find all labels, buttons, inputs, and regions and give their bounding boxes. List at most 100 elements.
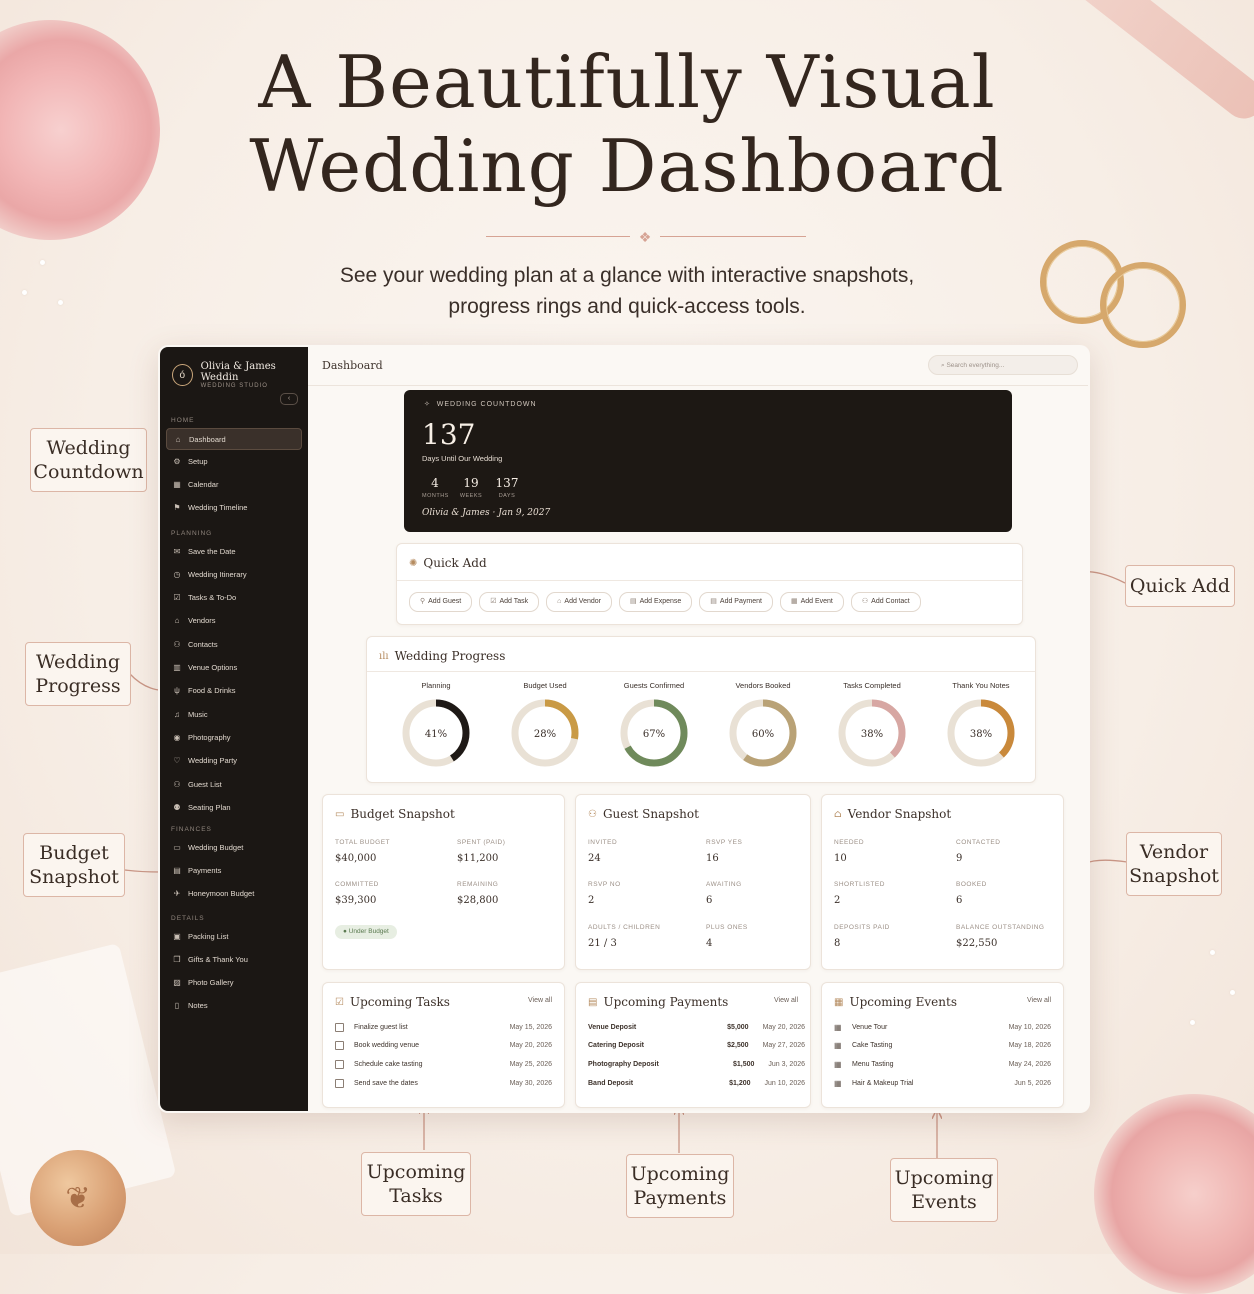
sidebar-item-venue-options[interactable]: ▥ Venue Options [166,658,300,678]
tasks-view-all-link[interactable]: View all [528,997,552,1004]
task-checkbox[interactable] [335,1022,344,1032]
checkbox-icon: ☑ [173,593,181,603]
progress-ring-tasks-completed: Tasks Completed 38% [832,681,912,775]
brand-subtitle: WEDDING STUDIO [200,383,268,389]
payment-amount: $2,500 [727,1042,749,1050]
sidebar-item-photo-gallery[interactable]: ▨ Photo Gallery [166,973,300,993]
calendar-icon: ▦ [173,480,181,490]
music-icon: ♫ [174,709,180,719]
card-icon: ▤ [710,598,717,605]
task-date: May 25, 2026 [509,1060,552,1068]
sidebar-item-wedding-itinerary[interactable]: ◷ Wedding Itinerary [166,564,300,584]
task-label: Finalize guest list [354,1023,408,1031]
event-row[interactable]: ▦ Hair & Makeup Trial Jun 5, 2026 [834,1077,1051,1089]
countdown-label: ✧ WEDDING COUNTDOWN [424,401,537,408]
payment-label: Photography Deposit [588,1060,659,1068]
task-checkbox[interactable] [335,1041,344,1051]
callout-upcoming-events: Upcoming Events [890,1158,998,1222]
ring-label: Tasks Completed [843,681,901,690]
event-row[interactable]: ▦ Venue Tour May 10, 2026 [834,1021,1051,1033]
check-square-icon: ☑ [490,598,497,605]
sidebar-item-guest-list[interactable]: ⚇ Guest List [166,774,300,794]
brand[interactable]: ó Olivia & James Weddin WEDDING STUDIO [172,361,308,389]
gear-icon: ⚙ [173,456,181,466]
task-date: May 20, 2026 [509,1042,552,1050]
sidebar-item-gifts-thank-you[interactable]: ❒ Gifts & Thank You [166,949,300,969]
sidebar-item-packing-list[interactable]: ▣ Packing List [166,926,300,946]
sidebar-item-notes[interactable]: ▯ Notes [166,996,300,1016]
sidebar-item-seating-plan[interactable]: ⚉ Seating Plan [166,797,300,817]
task-label: Schedule cake tasting [354,1060,423,1068]
sidebar-item-honeymoon-budget[interactable]: ✈ Honeymoon Budget [166,884,300,904]
ring-percent-label: 38% [970,729,992,740]
task-checkbox[interactable] [335,1059,344,1069]
payment-row[interactable]: Venue Deposit $5,000 May 20, 2026 [588,1021,805,1033]
upcoming-events-title: ▦ Upcoming Events [834,995,957,1009]
add-event-button[interactable]: ▦ Add Event [779,592,844,612]
sidebar-item-setup[interactable]: ⚙ Setup [166,451,300,471]
sidebar-item-label: Wedding Budget [188,842,244,852]
task-checkbox[interactable] [335,1078,344,1088]
store-icon: ⌂ [834,808,842,820]
sidebar-item-wedding-budget[interactable]: ▭ Wedding Budget [166,837,300,857]
field-booked: BOOKED 6 [956,881,987,906]
add-vendor-button[interactable]: ⌂ Add Vendor [546,592,612,612]
countdown-days: 137 [422,418,476,451]
add-contact-button[interactable]: ⚇ Add Contact [850,592,921,612]
quick-add-card: ✺ Quick Add ⚲ Add Guest ☑ Add Task ⌂ Add Vendo… [396,543,1023,625]
callout-quick-add: Quick Add [1125,565,1235,607]
event-row[interactable]: ▦ Cake Tasting May 18, 2026 [834,1040,1051,1052]
progress-ring-guests-confirmed: Guests Confirmed 67% [614,681,694,775]
add-guest-button[interactable]: ⚲ Add Guest [409,592,473,612]
sidebar-item-label: Photo Gallery [188,978,234,988]
progress-ring-vendors-booked: Vendors Booked 60% [723,681,803,775]
sidebar-item-label: Guest List [188,779,222,789]
sidebar-item-wedding-timeline[interactable]: ⚑ Wedding Timeline [166,498,300,518]
collapse-sidebar-button[interactable]: ‹ [280,393,298,405]
event-row[interactable]: ▦ Menu Tasting May 24, 2026 [834,1058,1051,1070]
sidebar-item-wedding-party[interactable]: ♡ Wedding Party [166,751,300,771]
event-label: Menu Tasting [852,1060,894,1068]
sidebar-item-dashboard[interactable]: ⌂ Dashboard [166,428,302,450]
task-row[interactable]: Schedule cake tasting May 25, 2026 [335,1058,552,1070]
events-view-all-link[interactable]: View all [1027,997,1051,1004]
card-icon: ▤ [173,865,181,875]
search-input[interactable]: ⌕ Search everything... [928,355,1078,375]
task-label: Send save the dates [354,1079,418,1087]
search-icon: ⌕ [941,362,945,369]
section-planning: PLANNING [171,530,213,537]
sidebar-item-tasks-to-do[interactable]: ☑ Tasks & To-Do [166,588,300,608]
person-plus-icon: ⚲ [420,598,426,605]
ring-percent-label: 38% [861,729,883,740]
add-task-button[interactable]: ☑ Add Task [479,592,540,612]
add-payment-button[interactable]: ▤ Add Payment [699,592,773,612]
payment-amount: $1,200 [729,1079,751,1087]
payment-row[interactable]: Catering Deposit $2,500 May 27, 2026 [588,1040,805,1052]
sidebar-item-label: Notes [188,1001,208,1011]
sidebar-item-label: Vendors [188,616,216,626]
sidebar-item-vendors[interactable]: ⌂ Vendors [166,611,300,631]
sidebar-item-contacts[interactable]: ⚇ Contacts [166,634,300,654]
sidebar-item-save-the-date[interactable]: ✉ Save the Date [166,541,300,561]
suitcase-icon: ▣ [173,931,181,941]
sidebar-item-music[interactable]: ♫ Music [166,704,300,724]
field-plus-ones: PLUS ONES 4 [706,924,748,949]
payment-label: Catering Deposit [588,1042,645,1050]
field-invited: INVITED 24 [588,839,618,864]
task-row[interactable]: Send save the dates May 30, 2026 [335,1077,552,1089]
task-row[interactable]: Book wedding venue May 20, 2026 [335,1040,552,1052]
sidebar-item-payments[interactable]: ▤ Payments [166,860,300,880]
add-expense-button[interactable]: ▤ Add Expense [619,592,693,612]
payment-row[interactable]: Photography Deposit $1,500 Jun 3, 2026 [588,1058,805,1070]
sidebar-item-photography[interactable]: ◉ Photography [166,727,300,747]
field-awaiting: AWAITING 6 [706,881,742,906]
task-row[interactable]: Finalize guest list May 15, 2026 [335,1021,552,1033]
payments-view-all-link[interactable]: View all [774,997,798,1004]
payment-row[interactable]: Band Deposit $1,200 Jun 10, 2026 [588,1077,805,1089]
guest-snapshot-card: ⚇ Guest Snapshot INVITED 24 RSVP YES 16 RSV… [575,794,811,970]
ring-chart: 60% [729,699,797,767]
sidebar-item-calendar[interactable]: ▦ Calendar [166,475,300,495]
sidebar-item-food-drinks[interactable]: ψ Food & Drinks [166,681,300,701]
ring-percent-label: 60% [752,729,774,740]
budget-snapshot-title: ▭ Budget Snapshot [335,807,455,821]
